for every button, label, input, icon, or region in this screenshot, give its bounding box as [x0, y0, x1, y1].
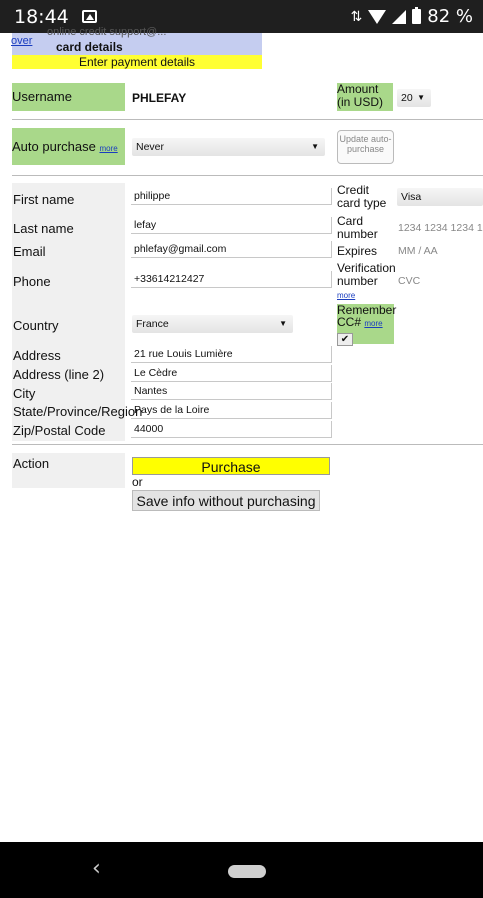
address-field[interactable]: 21 rue Louis Lumière — [131, 346, 332, 363]
verification-label: Verification number more — [337, 261, 396, 301]
divider — [12, 444, 483, 445]
navigation-bar: ‹ — [0, 842, 483, 898]
card-type-select[interactable]: Visa — [397, 188, 483, 206]
auto-purchase-more-link[interactable]: more — [99, 144, 117, 153]
wifi-icon — [368, 9, 387, 24]
enter-payment-banner: Enter payment details — [12, 55, 262, 69]
chevron-down-icon: ▼ — [279, 319, 287, 328]
remember-more-link[interactable]: more — [364, 319, 382, 328]
or-text: or — [132, 475, 143, 489]
auto-purchase-select[interactable]: Never ▼ — [132, 138, 325, 156]
state-label: State/Province/Region — [13, 404, 143, 419]
divider — [12, 175, 483, 176]
country-select[interactable]: France ▼ — [132, 315, 293, 333]
over-link[interactable]: over — [11, 35, 32, 47]
signal-icon — [392, 9, 407, 24]
card-type-label: Credit card type — [337, 183, 387, 210]
action-label: Action — [13, 456, 50, 471]
last-name-label: Last name — [13, 221, 74, 236]
battery-icon — [412, 7, 422, 24]
email-field[interactable]: phlefay@gmail.com — [131, 241, 332, 258]
username-label: Username — [12, 83, 125, 111]
remember-cc-checkbox[interactable]: ✔ — [337, 333, 353, 346]
update-auto-purchase-button[interactable]: Update auto-purchase — [337, 130, 394, 164]
username-value: PHLEFAY — [132, 91, 187, 105]
card-details-title: card details — [56, 40, 123, 54]
city-field[interactable]: Nantes — [131, 383, 332, 400]
address-line2-field[interactable]: Le Cèdre — [131, 365, 332, 382]
address-label: Address — [13, 348, 61, 363]
battery-percent: 82 % — [427, 6, 473, 27]
card-details-header: online credit support@... over card deta… — [11, 26, 262, 55]
first-name-label: First name — [13, 192, 75, 207]
card-number-label: Card number — [337, 214, 378, 241]
save-info-button[interactable]: Save info without purchasing — [132, 490, 320, 511]
verification-more-link[interactable]: more — [337, 291, 355, 300]
email-label: Email — [13, 244, 46, 259]
image-notification-icon — [82, 10, 97, 23]
last-name-field[interactable]: lefay — [131, 217, 332, 234]
address-line2-label: Address (line 2) — [13, 367, 105, 382]
phone-field[interactable]: +33614212427 — [131, 271, 332, 288]
back-icon[interactable]: ‹ — [92, 856, 101, 881]
status-time: 18:44 — [14, 6, 69, 28]
country-label: Country — [13, 318, 59, 333]
cvc-input[interactable]: CVC — [398, 275, 420, 287]
state-field[interactable]: Pays de la Loire — [131, 402, 332, 419]
phone-label: Phone — [13, 274, 51, 289]
zip-field[interactable]: 44000 — [131, 421, 332, 438]
zip-label: Zip/Postal Code — [13, 423, 106, 438]
data-arrows-icon: ⇅ — [350, 8, 363, 25]
status-right: ⇅ 82 % — [351, 6, 473, 27]
auto-purchase-label: Auto purchase more — [12, 128, 125, 165]
expires-input[interactable]: MM / AA — [398, 245, 438, 257]
divider — [12, 119, 483, 120]
chevron-down-icon: ▼ — [417, 93, 425, 102]
amount-label: Amount (in USD) — [337, 83, 393, 111]
cut-header-text: online credit support@... — [47, 26, 167, 38]
city-label: City — [13, 386, 36, 401]
amount-select[interactable]: 20 ▼ — [397, 89, 431, 107]
chevron-down-icon: ▼ — [311, 142, 319, 151]
first-name-field[interactable]: philippe — [131, 188, 332, 205]
card-number-input[interactable]: 1234 1234 1234 12 — [398, 222, 483, 234]
home-pill-icon[interactable] — [228, 865, 266, 878]
expires-label: Expires — [337, 244, 378, 258]
purchase-button[interactable]: Purchase — [132, 457, 330, 475]
